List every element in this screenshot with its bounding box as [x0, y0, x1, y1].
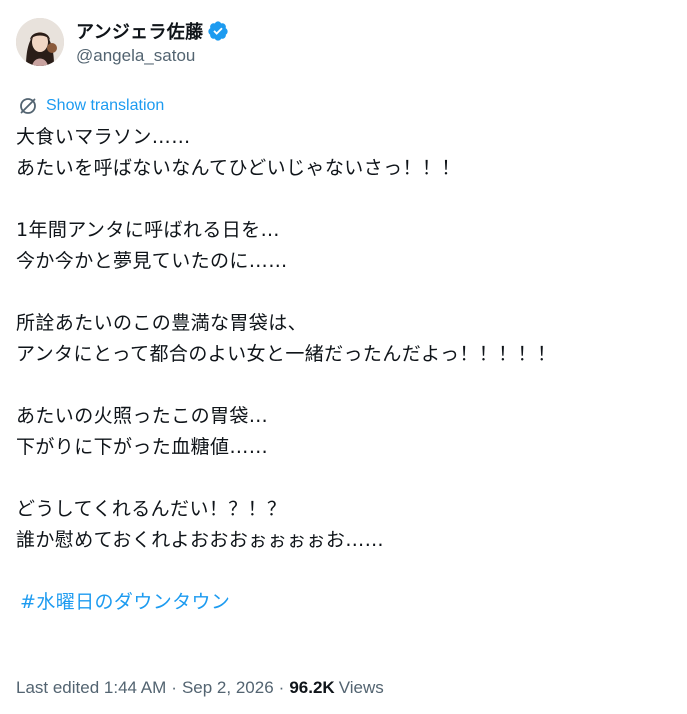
- tweet-line: あたいを呼ばないなんてひどいじゃないさっ！！！: [16, 157, 461, 179]
- views-count[interactable]: 96.2K: [289, 678, 334, 698]
- edited-timestamp-link[interactable]: Last edited 1:44 AM: [16, 678, 166, 698]
- avatar[interactable]: [16, 18, 64, 66]
- tweet-line: 大食いマラソン……: [16, 126, 191, 148]
- tweet-line: 下がりに下がった血糖値……: [16, 436, 269, 458]
- show-translation-label: Show translation: [46, 97, 165, 114]
- verified-badge-icon[interactable]: [207, 20, 229, 42]
- tweet-date-link[interactable]: Sep 2, 2026: [182, 678, 274, 698]
- views-label: Views: [338, 678, 384, 697]
- tweet-header: アンジェラ佐藤 @angela_satou: [16, 10, 229, 74]
- name-row: アンジェラ佐藤: [76, 18, 229, 44]
- tweet-text: 大食いマラソン…… あたいを呼ばないなんてひどいじゃないさっ！！！ 1年間アンタ…: [16, 122, 676, 618]
- avatar-icon: [16, 18, 64, 66]
- author-names: アンジェラ佐藤 @angela_satou: [76, 18, 229, 66]
- author-handle[interactable]: @angela_satou: [76, 46, 229, 66]
- hashtag-link[interactable]: #水曜日のダウンタウン: [20, 591, 230, 613]
- tweet-line: 所詮あたいのこの豊満な胃袋は、: [16, 312, 308, 334]
- meta-separator: ·: [171, 678, 177, 697]
- tweet-line: どうしてくれるんだい！？！？: [16, 498, 287, 520]
- meta-separator: ·: [278, 678, 285, 697]
- translate-icon: [18, 96, 38, 116]
- tweet-line: 誰か慰めておくれよおおおぉぉぉぉお……: [16, 529, 385, 551]
- tweet-meta: Last edited 1:44 AM · Sep 2, 2026 · 96.2…: [16, 678, 384, 698]
- tweet-line: あたいの火照ったこの胃袋…: [16, 405, 269, 427]
- hashtag-line: #水曜日のダウンタウン: [16, 587, 676, 618]
- show-translation-button[interactable]: Show translation: [18, 96, 164, 116]
- tweet-line: 1年間アンタに呼ばれる日を…: [16, 219, 280, 241]
- display-name[interactable]: アンジェラ佐藤: [76, 18, 203, 44]
- tweet-line: アンタにとって都合のよい女と一緒だったんだよっ！！！！！: [16, 343, 557, 365]
- tweet-line: 今か今かと夢見ていたのに……: [16, 250, 288, 272]
